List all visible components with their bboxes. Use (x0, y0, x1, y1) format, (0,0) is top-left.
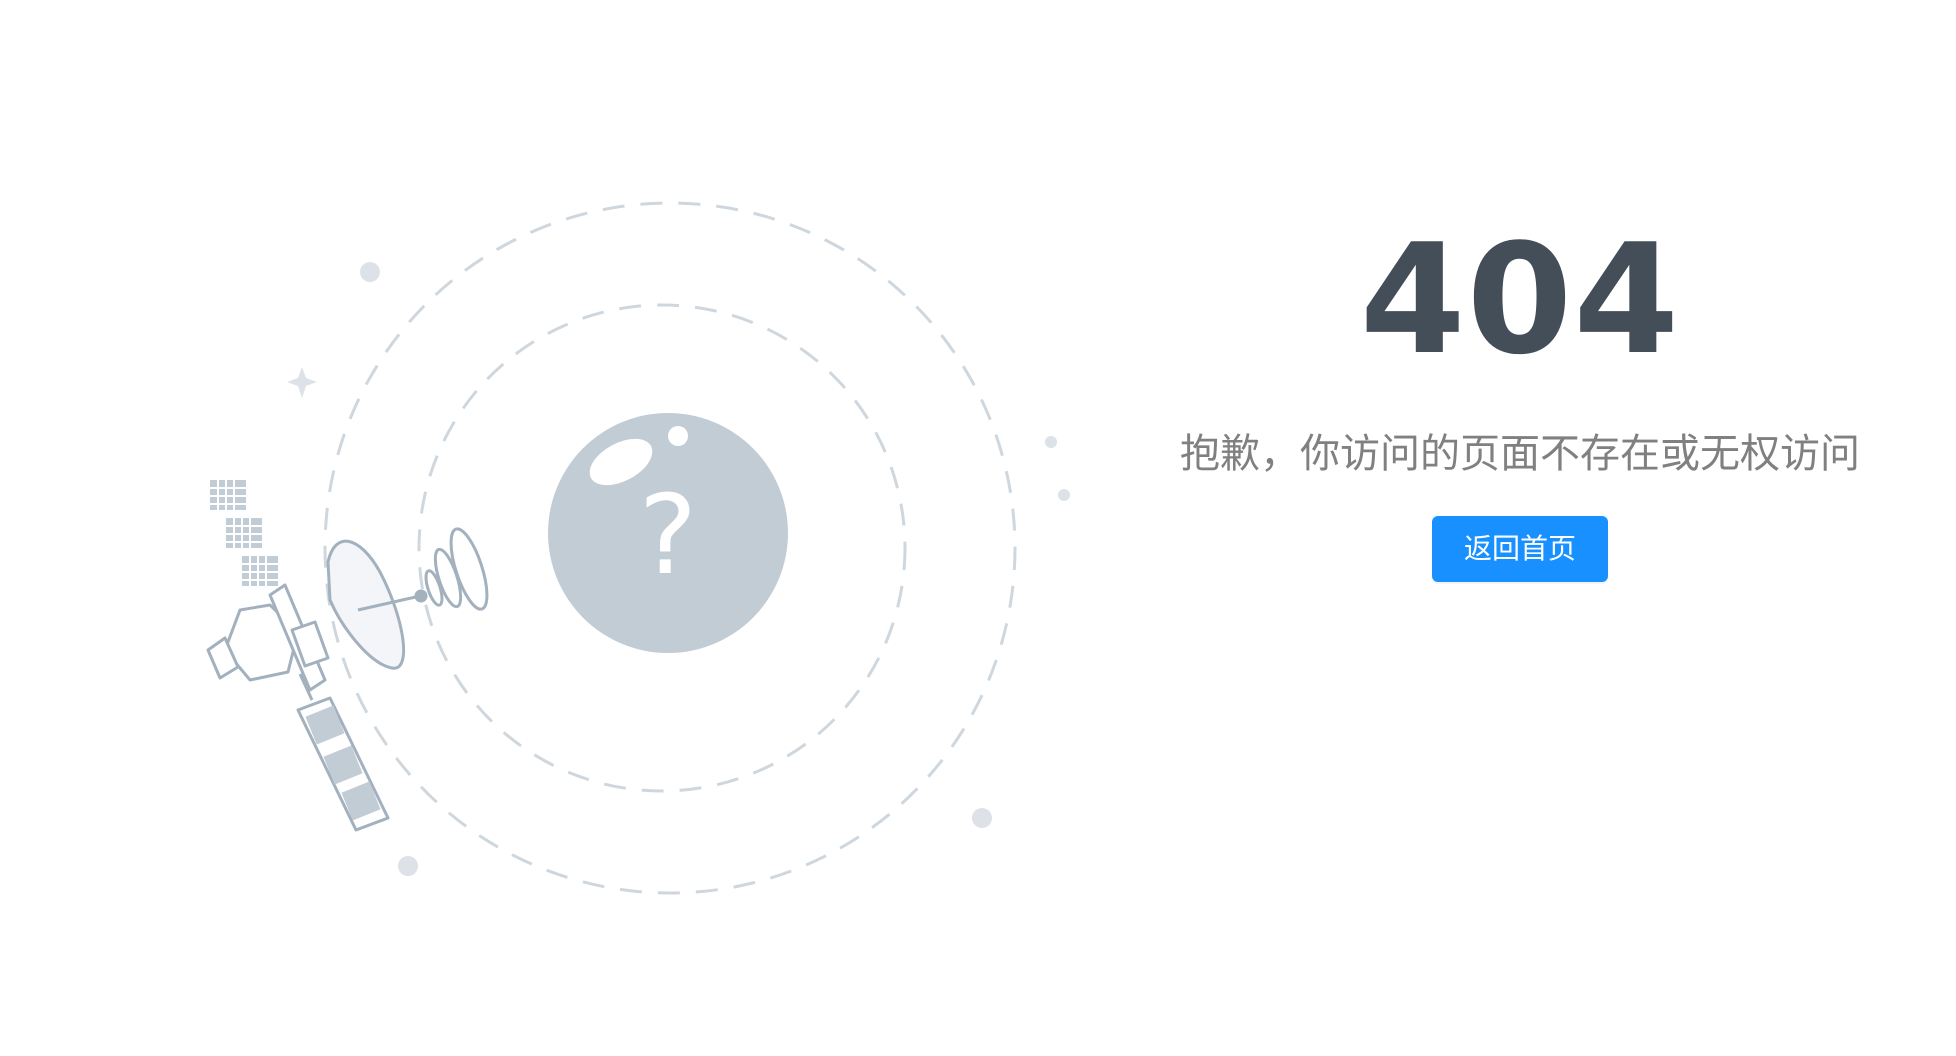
question-sphere-icon: ? (548, 413, 788, 653)
star-dot-icon (1045, 436, 1057, 448)
error-panel: 404 抱歉，你访问的页面不存在或无权访问 返回首页 (1150, 224, 1890, 582)
star-dot-icon (1058, 489, 1070, 501)
star-dot-icon (398, 856, 418, 876)
star-dot-icon (972, 808, 992, 828)
satellite-illustration: ? (180, 180, 1100, 920)
error-message: 抱歉，你访问的页面不存在或无权访问 (1180, 431, 1860, 477)
signal-waves-icon (424, 527, 489, 611)
not-found-page: ? 404 抱歉，你访问的页面不存在或无权访问 返回首页 (0, 0, 1956, 1056)
satellite-icon (206, 480, 428, 832)
star-dot-icon (360, 262, 380, 282)
error-code: 404 (1359, 211, 1681, 388)
sphere-question-mark: ? (639, 471, 697, 599)
back-home-button[interactable]: 返回首页 (1431, 516, 1608, 582)
satellite-illustration-svg: ? (206, 201, 1070, 895)
sparkle-icon (287, 367, 317, 398)
